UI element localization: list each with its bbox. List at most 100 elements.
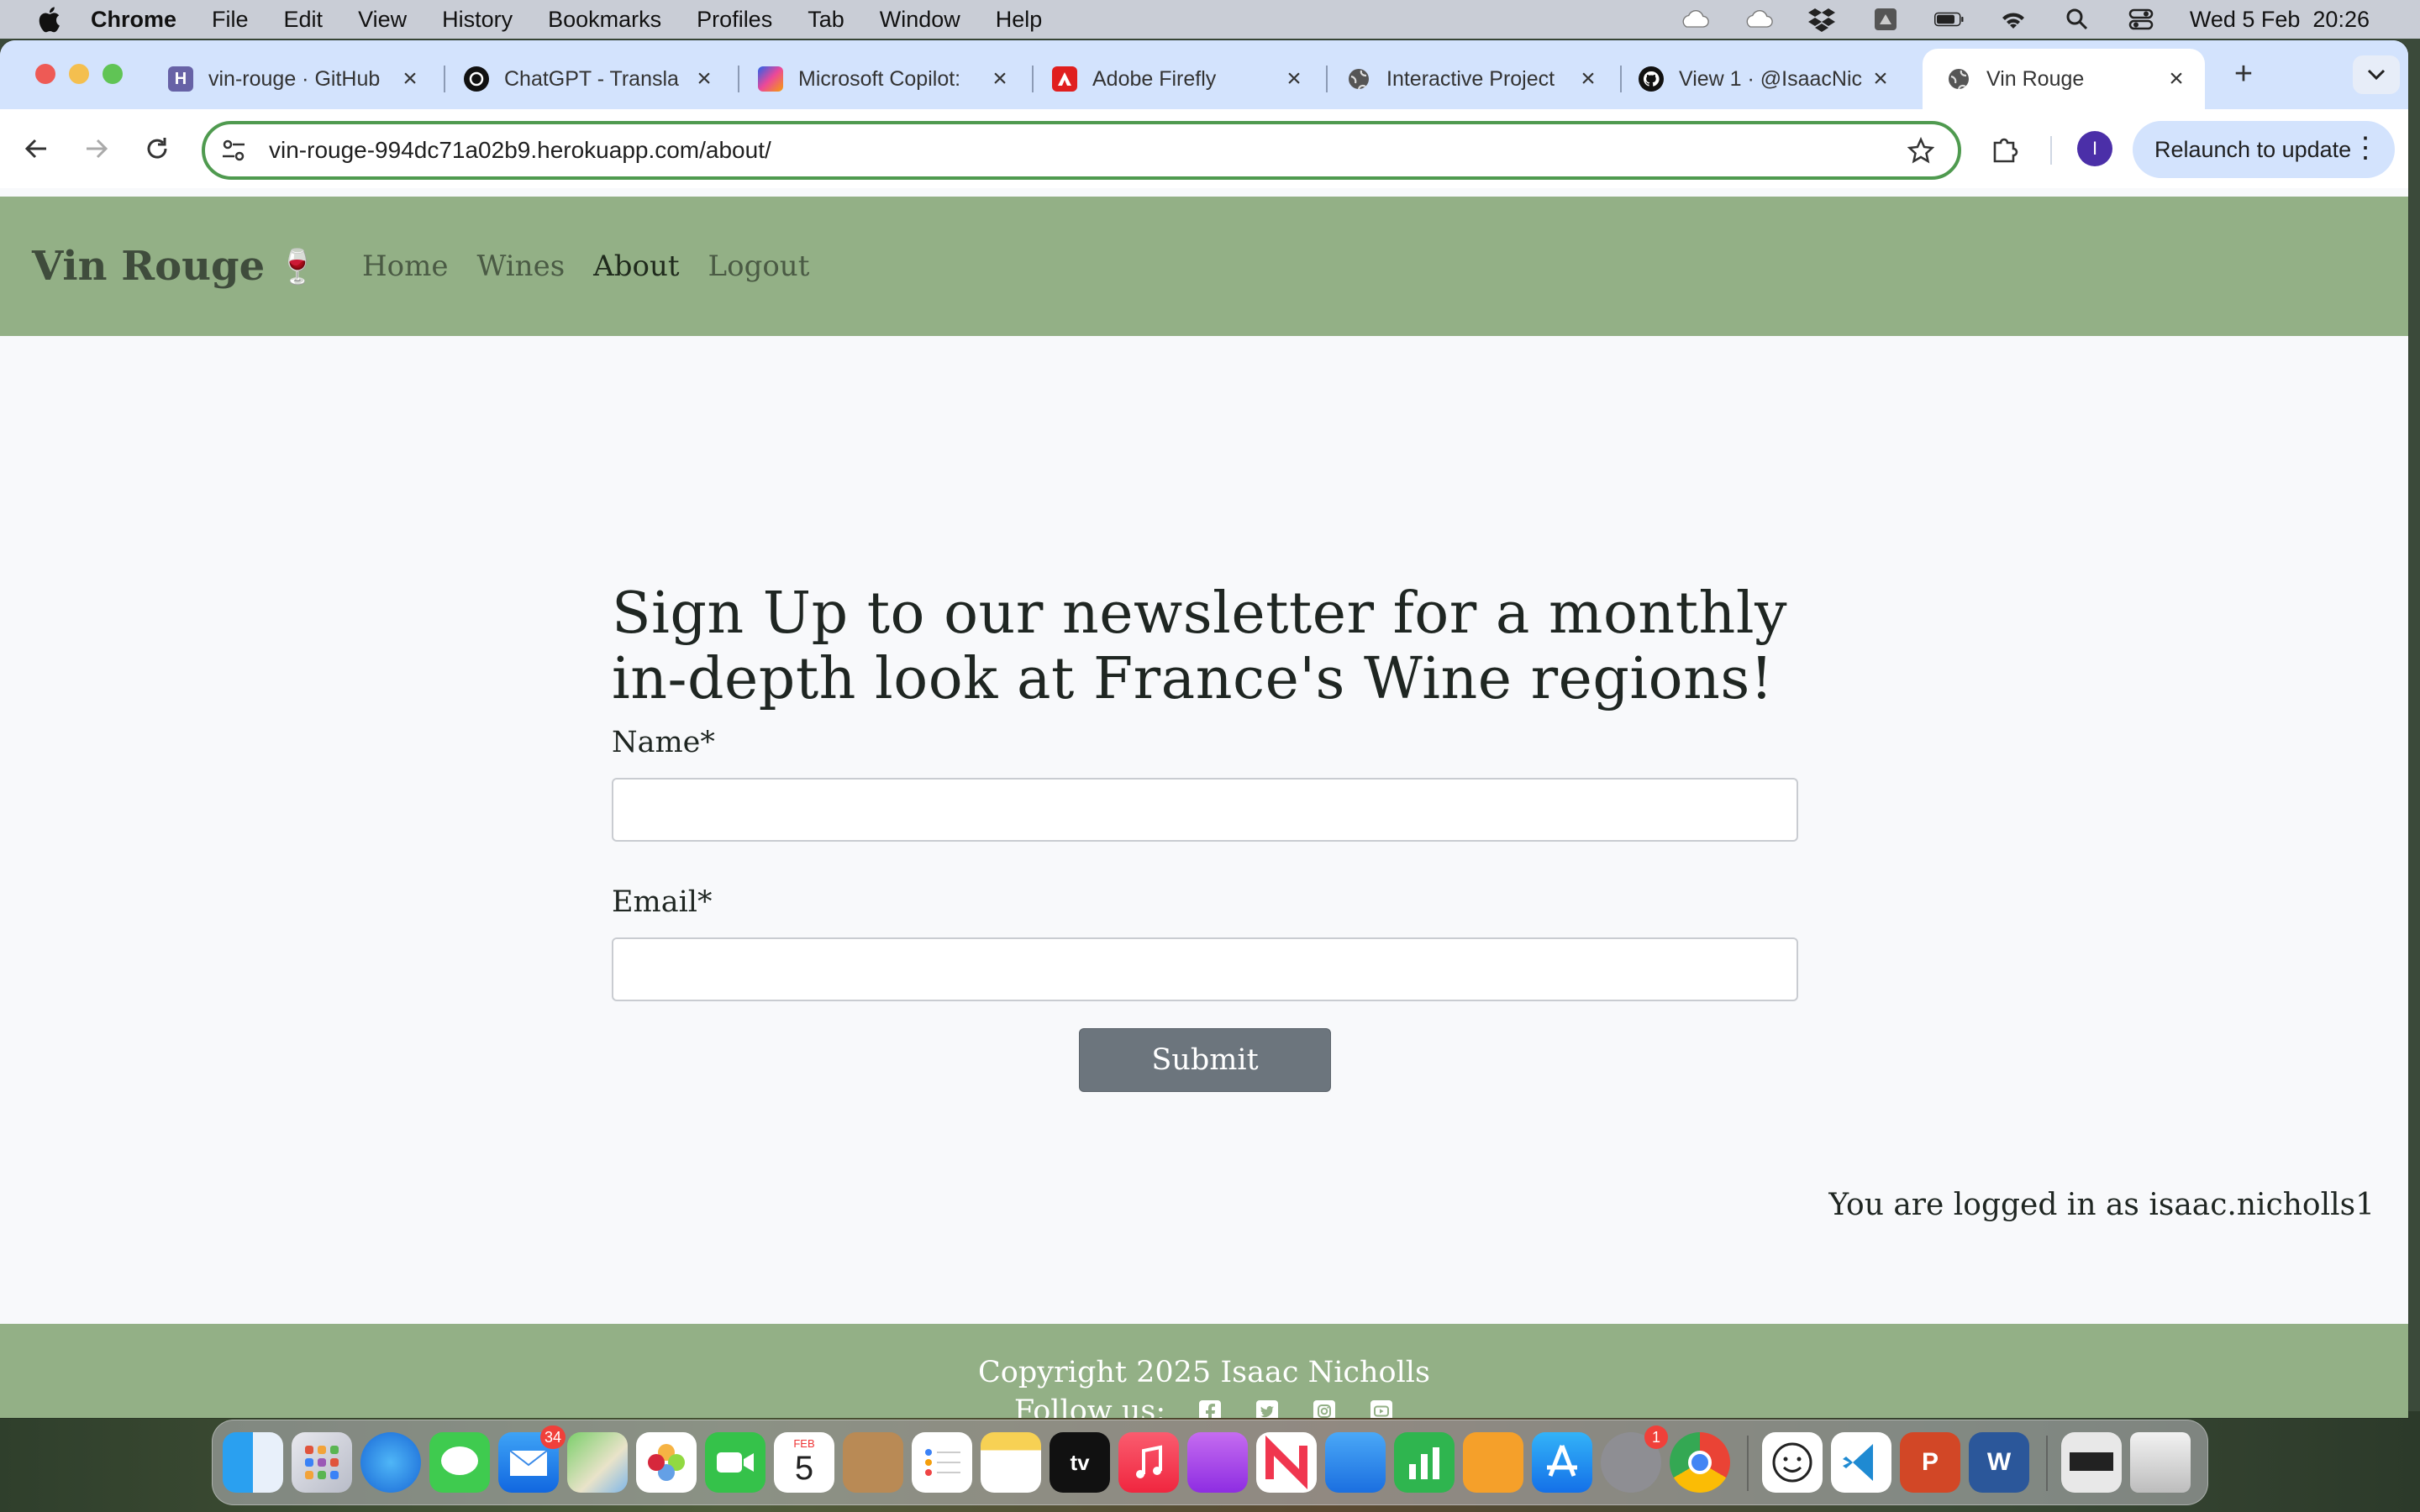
photos-icon[interactable] bbox=[636, 1432, 697, 1493]
reload-icon[interactable] bbox=[138, 129, 176, 168]
submit-button[interactable]: Submit bbox=[1079, 1028, 1331, 1092]
calendar-icon[interactable]: FEB 5 bbox=[774, 1432, 834, 1493]
powerpoint-icon[interactable]: P bbox=[1900, 1432, 1960, 1493]
tab-adobe-firefly[interactable]: Adobe Firefly × bbox=[1052, 49, 1306, 109]
preview-icon[interactable] bbox=[2061, 1432, 2122, 1493]
facetracker-icon[interactable] bbox=[1762, 1432, 1823, 1493]
menu-tab[interactable]: Tab bbox=[808, 7, 844, 33]
address-bar[interactable]: vin-rouge-994dc71a02b9.herokuapp.com/abo… bbox=[202, 121, 1961, 180]
menu-window[interactable]: Window bbox=[880, 7, 960, 33]
toolbar-divider bbox=[2050, 136, 2052, 165]
close-tab-icon[interactable]: × bbox=[988, 65, 1012, 93]
forward-arrow-icon[interactable] bbox=[77, 129, 116, 168]
finder-icon[interactable] bbox=[223, 1432, 283, 1493]
zoom-window-button[interactable] bbox=[103, 64, 123, 84]
brand-name: Vin Rouge bbox=[32, 243, 266, 290]
word-icon[interactable]: W bbox=[1969, 1432, 2029, 1493]
menubar-clock[interactable]: Wed 5 Feb 20:26 bbox=[2190, 7, 2370, 33]
email-input[interactable] bbox=[612, 937, 1798, 1001]
facebook-icon[interactable] bbox=[1197, 1399, 1223, 1418]
chrome-icon[interactable] bbox=[1670, 1432, 1730, 1493]
facetime-icon[interactable] bbox=[705, 1432, 765, 1493]
tab-vin-rouge-active[interactable]: Vin Rouge × bbox=[1923, 49, 2205, 109]
menu-edit[interactable]: Edit bbox=[284, 7, 324, 33]
profile-avatar[interactable]: I bbox=[2077, 131, 2112, 166]
close-tab-icon[interactable]: × bbox=[1869, 65, 1892, 93]
spotlight-search-icon[interactable] bbox=[2062, 8, 2092, 31]
messages-icon[interactable] bbox=[429, 1432, 490, 1493]
drive-icon[interactable] bbox=[1870, 8, 1901, 31]
browser-toolbar: vin-rouge-994dc71a02b9.herokuapp.com/abo… bbox=[0, 109, 2408, 188]
numbers-icon[interactable] bbox=[1394, 1432, 1455, 1493]
nav-home-link[interactable]: Home bbox=[362, 249, 448, 283]
name-input[interactable] bbox=[612, 778, 1798, 842]
tab-title: Microsoft Copilot: bbox=[798, 66, 961, 91]
settings-icon[interactable]: 1 bbox=[1601, 1425, 1668, 1493]
notes-icon[interactable] bbox=[981, 1432, 1041, 1493]
tab-search-chevron-icon[interactable] bbox=[2353, 55, 2400, 94]
close-tab-icon[interactable]: × bbox=[1282, 65, 1306, 93]
menu-help[interactable]: Help bbox=[996, 7, 1043, 33]
minimize-window-button[interactable] bbox=[69, 64, 89, 84]
tab-microsoft-copilot[interactable]: Microsoft Copilot: × bbox=[758, 49, 1012, 109]
tab-vin-rouge-github[interactable]: H vin-rouge · GitHub × bbox=[168, 49, 422, 109]
vscode-icon[interactable] bbox=[1831, 1432, 1891, 1493]
back-arrow-icon[interactable] bbox=[17, 129, 55, 168]
reminders-icon[interactable] bbox=[912, 1432, 972, 1493]
url-text[interactable]: vin-rouge-994dc71a02b9.herokuapp.com/abo… bbox=[269, 137, 1904, 164]
tab-github-view[interactable]: View 1 · @IsaacNic × bbox=[1639, 49, 1892, 109]
new-tab-plus-icon[interactable]: + bbox=[2225, 55, 2262, 92]
close-tab-icon[interactable]: × bbox=[1576, 65, 1600, 93]
apple-menu-icon[interactable] bbox=[32, 3, 66, 36]
launchpad-icon[interactable] bbox=[292, 1432, 352, 1493]
twitter-icon[interactable] bbox=[1255, 1399, 1280, 1418]
tab-interactive-project[interactable]: Interactive Project × bbox=[1346, 49, 1600, 109]
control-center-icon[interactable] bbox=[2126, 8, 2156, 31]
bookmark-star-icon[interactable] bbox=[1904, 134, 1938, 167]
menu-history[interactable]: History bbox=[442, 7, 513, 33]
tv-icon[interactable]: tv bbox=[1050, 1432, 1110, 1493]
menu-file[interactable]: File bbox=[212, 7, 249, 33]
news-icon[interactable] bbox=[1256, 1432, 1317, 1493]
pages-icon[interactable] bbox=[1463, 1432, 1523, 1493]
maps-icon[interactable] bbox=[567, 1432, 628, 1493]
nav-logout-link[interactable]: Logout bbox=[708, 249, 810, 283]
tab-separator bbox=[444, 66, 445, 92]
more-menu-icon[interactable]: ⋮ bbox=[2351, 133, 2380, 163]
keynote-icon[interactable] bbox=[1325, 1432, 1386, 1493]
contacts-icon[interactable] bbox=[843, 1432, 903, 1493]
mail-icon[interactable]: 34 bbox=[498, 1425, 566, 1493]
menu-view[interactable]: View bbox=[358, 7, 407, 33]
icloud-icon[interactable] bbox=[1679, 8, 1709, 31]
wifi-icon[interactable] bbox=[1998, 8, 2028, 31]
instagram-icon[interactable] bbox=[1312, 1399, 1337, 1418]
appstore-icon[interactable] bbox=[1532, 1432, 1592, 1493]
site-brand[interactable]: Vin Rouge 🍷 bbox=[32, 243, 318, 290]
menu-app-name[interactable]: Chrome bbox=[91, 7, 176, 33]
music-icon[interactable] bbox=[1118, 1432, 1179, 1493]
dropbox-icon[interactable] bbox=[1807, 8, 1837, 32]
menu-profiles[interactable]: Profiles bbox=[697, 7, 772, 33]
close-tab-icon[interactable]: × bbox=[2165, 65, 2188, 93]
name-label: Name* bbox=[612, 726, 715, 759]
calendar-day: 5 bbox=[794, 1450, 814, 1487]
chrome-window: H vin-rouge · GitHub × ChatGPT - Transla… bbox=[0, 40, 2408, 1418]
close-tab-icon[interactable]: × bbox=[398, 65, 422, 93]
tab-separator bbox=[1032, 66, 1034, 92]
tab-chatgpt[interactable]: ChatGPT - Transla × bbox=[464, 49, 716, 109]
chatgpt-icon bbox=[464, 66, 489, 92]
relaunch-to-update-button[interactable]: Relaunch to update ⋮ bbox=[2133, 121, 2395, 178]
safari-icon[interactable] bbox=[360, 1432, 421, 1493]
site-info-tune-icon[interactable] bbox=[217, 134, 250, 167]
menu-bookmarks[interactable]: Bookmarks bbox=[548, 7, 661, 33]
nav-wines-link[interactable]: Wines bbox=[476, 249, 565, 283]
trash-icon[interactable] bbox=[2130, 1432, 2191, 1493]
podcasts-icon[interactable] bbox=[1187, 1432, 1248, 1493]
close-tab-icon[interactable]: × bbox=[692, 65, 716, 93]
close-window-button[interactable] bbox=[35, 64, 55, 84]
nav-about-link[interactable]: About bbox=[593, 249, 679, 283]
extensions-puzzle-icon[interactable] bbox=[1986, 131, 2023, 168]
cloud-icon[interactable] bbox=[1743, 8, 1773, 31]
youtube-icon[interactable] bbox=[1369, 1399, 1394, 1418]
battery-icon[interactable] bbox=[1933, 8, 1965, 31]
